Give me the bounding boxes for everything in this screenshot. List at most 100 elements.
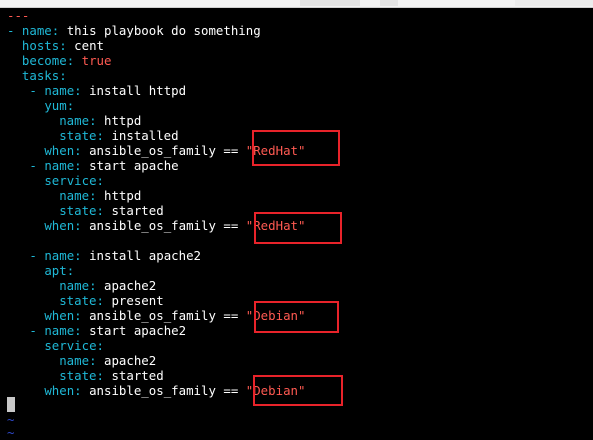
- yaml-value: ansible_os_family ==: [89, 218, 239, 233]
- yaml-colon: :: [74, 83, 82, 98]
- yaml-key: state: [59, 203, 97, 218]
- yaml-value: apache2: [104, 278, 157, 293]
- yaml-value: ansible_os_family ==: [89, 143, 239, 158]
- code-line: hosts: cent: [7, 38, 104, 53]
- title-bar-segment: [300, 0, 360, 6]
- yaml-colon: :: [96, 203, 104, 218]
- line-indent: -: [7, 158, 45, 173]
- highlight-box-redhat-1: [252, 130, 340, 166]
- empty-line-marker: ~: [7, 425, 15, 440]
- yaml-key: state: [59, 128, 97, 143]
- code-line: - name: install apache2: [7, 248, 201, 263]
- code-line: - name: install httpd: [7, 83, 186, 98]
- yaml-colon: :: [74, 158, 82, 173]
- yaml-key: state: [59, 293, 97, 308]
- yaml-colon: :: [59, 38, 67, 53]
- code-line: yum:: [7, 98, 74, 113]
- yaml-key: name: [44, 83, 75, 98]
- yaml-key: service: [44, 338, 97, 353]
- code-line: name: httpd: [7, 113, 141, 128]
- yaml-key: name: [44, 248, 75, 263]
- code-line: become: true: [7, 53, 112, 68]
- code-line: service:: [7, 173, 104, 188]
- code-line: state: present: [7, 293, 164, 308]
- yaml-value: started: [111, 368, 164, 383]
- yaml-key: name: [59, 188, 90, 203]
- yaml-colon: :: [66, 263, 75, 278]
- yaml-colon: :: [96, 338, 104, 353]
- title-bar-segment: [380, 0, 398, 6]
- yaml-key: when: [44, 308, 75, 323]
- code-line: state: started: [7, 203, 164, 218]
- yaml-colon: :: [89, 278, 97, 293]
- code-line: service:: [7, 338, 104, 353]
- yaml-value: ansible_os_family ==: [89, 383, 239, 398]
- yaml-colon: :: [74, 143, 82, 158]
- yaml-value: install httpd: [89, 83, 187, 98]
- yaml-colon: :: [89, 353, 97, 368]
- code-line: name: httpd: [7, 188, 141, 203]
- yaml-colon: :: [96, 293, 104, 308]
- yaml-colon: :: [59, 68, 67, 83]
- yaml-value: apache2: [104, 353, 157, 368]
- yaml-value: httpd: [104, 188, 142, 203]
- yaml-key: when: [44, 383, 75, 398]
- title-bar-controls[interactable]: [515, 0, 593, 6]
- code-line: state: installed: [7, 128, 179, 143]
- yaml-colon: :: [96, 173, 104, 188]
- yaml-value: cent: [74, 38, 105, 53]
- code-line: tasks:: [7, 68, 67, 83]
- yaml-colon: :: [96, 368, 104, 383]
- yaml-document-start: ---: [7, 8, 30, 23]
- yaml-colon: :: [74, 218, 82, 233]
- yaml-colon: :: [74, 248, 82, 263]
- yaml-key: hosts: [21, 38, 60, 53]
- yaml-value: install apache2: [89, 248, 201, 263]
- code-line: name: apache2: [7, 353, 156, 368]
- code-line: - name: this playbook do something: [7, 23, 261, 38]
- yaml-key: when: [44, 143, 75, 158]
- yaml-value: present: [111, 293, 164, 308]
- yaml-colon: :: [89, 113, 97, 128]
- yaml-key: name: [44, 323, 75, 338]
- yaml-key: state: [59, 368, 97, 383]
- yaml-value: started: [111, 203, 164, 218]
- yaml-key: name: [21, 23, 52, 38]
- yaml-value: installed: [111, 128, 179, 143]
- yaml-key: apt: [44, 263, 67, 278]
- yaml-value: start apache2: [89, 323, 187, 338]
- yaml-value: true: [81, 53, 112, 68]
- code-line: state: started: [7, 368, 164, 383]
- yaml-value: httpd: [104, 113, 142, 128]
- yaml-colon: :: [96, 128, 104, 143]
- yaml-colon: :: [74, 383, 82, 398]
- text-cursor: [7, 397, 15, 412]
- yaml-key: tasks: [21, 68, 60, 83]
- yaml-colon: :: [74, 323, 82, 338]
- yaml-key: service: [44, 173, 97, 188]
- window-title-bar: [0, 0, 593, 8]
- yaml-value: start apache: [89, 158, 179, 173]
- yaml-colon: :: [74, 308, 82, 323]
- yaml-key: name: [59, 353, 90, 368]
- yaml-value: this playbook do something: [66, 23, 261, 38]
- yaml-colon: :: [66, 98, 75, 113]
- yaml-colon: :: [89, 188, 97, 203]
- code-line: - name: start apache: [7, 158, 179, 173]
